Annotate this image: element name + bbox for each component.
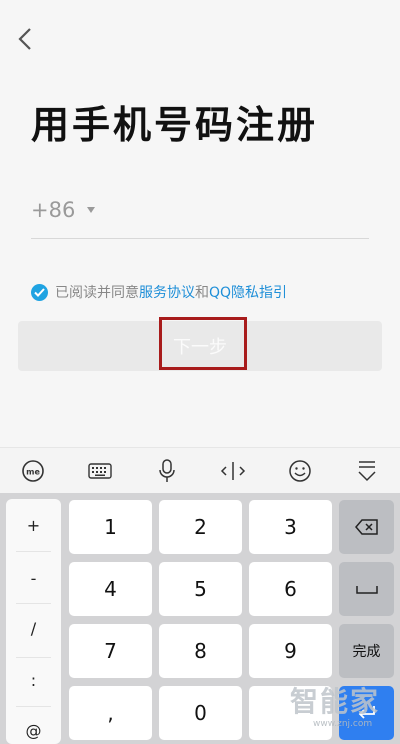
key-6[interactable]: 6	[249, 562, 332, 616]
key-4[interactable]: 4	[69, 562, 152, 616]
key-3[interactable]: 3	[249, 500, 332, 554]
privacy-link[interactable]: QQ隐私指引	[209, 282, 287, 302]
symbol-key-plus[interactable]: +	[6, 516, 61, 535]
back-button[interactable]	[14, 24, 38, 54]
ime-logo-button[interactable]: me	[13, 451, 53, 491]
backspace-icon	[354, 519, 378, 535]
symbol-divider	[16, 657, 51, 658]
space-icon	[355, 586, 378, 594]
key-1[interactable]: 1	[69, 500, 152, 554]
emoji-button[interactable]	[280, 451, 320, 491]
voice-input-button[interactable]	[147, 451, 187, 491]
keyboard-icon	[88, 463, 112, 479]
symbol-key-minus[interactable]: -	[6, 569, 61, 588]
key-5[interactable]: 5	[159, 562, 242, 616]
symbol-divider	[16, 706, 51, 707]
phone-number-input[interactable]	[118, 196, 372, 228]
key-2[interactable]: 2	[159, 500, 242, 554]
caret-down-icon	[87, 207, 96, 213]
hide-keyboard-icon	[358, 461, 376, 482]
keyboard-toolbar: me	[0, 447, 400, 494]
symbol-key-slash[interactable]: /	[6, 619, 61, 638]
country-code-selector[interactable]: +86	[31, 198, 96, 222]
checkmark-icon	[34, 287, 45, 297]
next-button[interactable]: 下一步	[18, 321, 382, 371]
symbol-key-at[interactable]: @	[6, 721, 61, 740]
symbol-divider	[16, 603, 51, 604]
done-key[interactable]: 完成	[339, 624, 394, 678]
emoji-icon	[289, 460, 311, 482]
chevron-left-icon	[18, 28, 31, 50]
key-8[interactable]: 8	[159, 624, 242, 678]
agreement-and: 和	[195, 285, 209, 301]
key-7[interactable]: 7	[69, 624, 152, 678]
cursor-move-button[interactable]	[213, 451, 253, 491]
microphone-icon	[158, 459, 175, 482]
watermark-url: www.znj.com	[313, 719, 373, 729]
country-code: +86	[31, 198, 76, 222]
key-comma[interactable]: ,	[69, 686, 152, 740]
symbol-column: + - / : @	[6, 499, 61, 744]
backspace-key[interactable]	[339, 500, 394, 554]
ime-logo-icon: me	[22, 460, 45, 482]
watermark-logo: 智能家	[290, 685, 381, 718]
agreement-checkbox[interactable]	[31, 283, 48, 301]
terms-link[interactable]: 服务协议	[139, 282, 195, 302]
svg-text:me: me	[26, 468, 40, 477]
hide-keyboard-button[interactable]	[347, 451, 387, 491]
input-underline	[31, 238, 369, 239]
space-key[interactable]	[339, 562, 394, 616]
key-9[interactable]: 9	[249, 624, 332, 678]
agreement-text: 已阅读并同意	[55, 285, 139, 301]
registration-screen: 用手机号码注册 +86 已阅读并同意 服务协议 和 QQ隐私指引 下一步	[0, 0, 400, 447]
symbol-divider	[16, 551, 51, 552]
agreement-row: 已阅读并同意 服务协议 和 QQ隐私指引	[31, 282, 287, 302]
page-title: 用手机号码注册	[31, 103, 319, 147]
symbol-key-colon[interactable]: :	[6, 671, 61, 690]
key-0[interactable]: 0	[159, 686, 242, 740]
cursor-move-icon	[221, 462, 246, 480]
keyboard-button[interactable]	[80, 451, 120, 491]
